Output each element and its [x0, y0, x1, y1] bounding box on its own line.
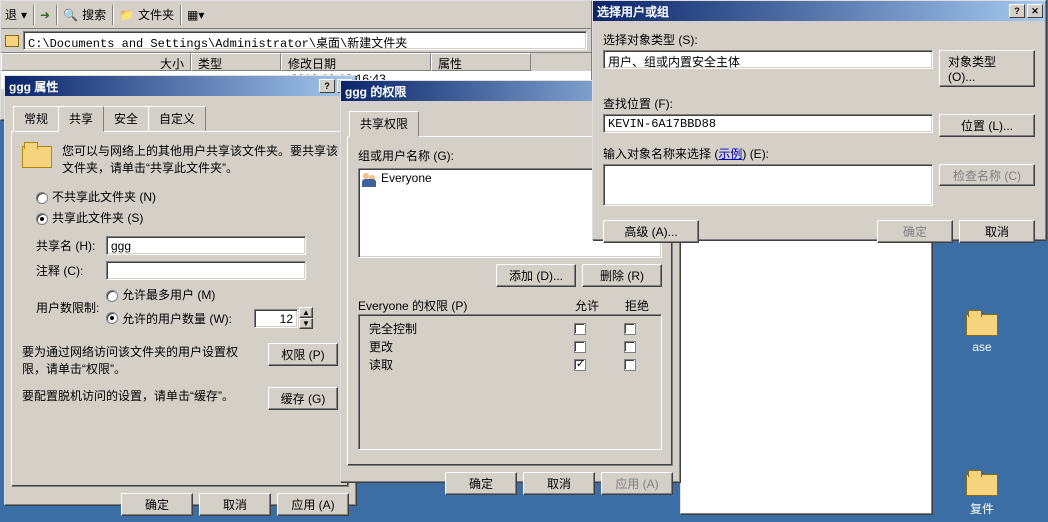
radio-noshare[interactable]: 不共享此文件夹 (N) — [36, 188, 156, 205]
search-label[interactable]: 搜索 — [82, 6, 106, 23]
radio-max-users[interactable]: 允许最多用户 (M) — [106, 286, 215, 303]
label-obj-type: 选择对象类型 (S): — [603, 31, 1035, 48]
advanced-button[interactable]: 高级 (A)... — [603, 220, 699, 243]
tab-custom[interactable]: 自定义 — [148, 106, 206, 131]
tab-security[interactable]: 安全 — [103, 106, 149, 131]
cancel-button[interactable]: 取消 — [199, 493, 271, 516]
chk-full-allow[interactable] — [574, 323, 586, 335]
explorer-toolbar: 退 ▾ ➜ 🔍 搜索 📁 文件夹 ▦▾ — [1, 1, 591, 29]
col-allow: 允许 — [562, 297, 612, 314]
sharename-input[interactable]: ggg — [106, 236, 306, 255]
permissions-title: ggg 的权限 — [345, 83, 406, 100]
apply-button[interactable]: 应用 (A) — [277, 493, 349, 516]
help-button[interactable]: ? — [319, 79, 335, 93]
folder-icon — [966, 310, 998, 336]
location-field: KEVIN-6A17BBD88 — [603, 114, 933, 133]
chk-read-allow[interactable] — [574, 359, 586, 371]
col-deny: 拒绝 — [612, 297, 662, 314]
perm-read: 读取 — [363, 356, 557, 373]
perm-full: 完全控制 — [363, 320, 557, 337]
tab-share-perm[interactable]: 共享权限 — [349, 111, 419, 137]
remove-button[interactable]: 删除 (R) — [582, 264, 662, 287]
address-bar: C:\Documents and Settings\Administrator\… — [1, 29, 591, 53]
properties-titlebar: ggg 属性 ? ✕ — [5, 76, 355, 96]
folders-icon[interactable]: 📁 — [119, 8, 134, 22]
tab-general[interactable]: 常规 — [13, 106, 59, 131]
location-button[interactable]: 位置 (L)... — [939, 114, 1035, 137]
properties-dialog: ggg 属性 ? ✕ 常规 共享 安全 自定义 您可以与网络上的其他用户共享该文… — [4, 75, 356, 505]
col-size[interactable]: 大小 — [1, 53, 191, 71]
select-users-titlebar: 选择用户或组 ? ✕ — [593, 1, 1045, 21]
col-attrs[interactable]: 属性 — [431, 53, 531, 71]
chk-change-deny[interactable] — [624, 341, 636, 353]
col-modified[interactable]: 修改日期 — [281, 53, 431, 71]
chk-full-deny[interactable] — [624, 323, 636, 335]
ok-button[interactable]: 确定 — [121, 493, 193, 516]
folder-icon — [966, 470, 998, 496]
radio-num-users[interactable]: 允许的用户数量 (W): 12 ▲ ▼ — [106, 307, 313, 329]
radio-share[interactable]: 共享此文件夹 (S) — [36, 209, 143, 226]
label-sharename: 共享名 (H): — [36, 237, 106, 254]
properties-tabs: 常规 共享 安全 自定义 — [11, 106, 349, 131]
spin-up[interactable]: ▲ — [299, 307, 313, 318]
back-button[interactable]: 退 — [5, 6, 17, 23]
spin-down[interactable]: ▼ — [299, 318, 313, 329]
user-count-input[interactable]: 12 — [254, 309, 298, 328]
label-comment: 注释 (C): — [36, 262, 106, 279]
col-type[interactable]: 类型 — [191, 53, 281, 71]
tab-share[interactable]: 共享 — [58, 106, 104, 132]
label-location: 查找位置 (F): — [603, 95, 1035, 112]
share-intro-text: 您可以与网络上的其他用户共享该文件夹。要共享该文件夹，请单击“共享此文件夹”。 — [62, 142, 338, 176]
permissions-button[interactable]: 权限 (P) — [268, 343, 338, 366]
search-icon[interactable]: 🔍 — [63, 8, 78, 22]
example-link[interactable]: 示例 — [718, 147, 742, 161]
add-button[interactable]: 添加 (D)... — [496, 264, 576, 287]
label-obj-name: 输入对象名称来选择 (示例) (E): — [603, 147, 769, 161]
select-users-title: 选择用户或组 — [597, 3, 669, 20]
share-tab-body: 您可以与网络上的其他用户共享该文件夹。要共享该文件夹，请单击“共享此文件夹”。 … — [11, 131, 349, 487]
chk-read-deny[interactable] — [624, 359, 636, 371]
label-userlimit: 用户数限制: — [36, 299, 106, 316]
obj-type-button[interactable]: 对象类型 (O)... — [939, 50, 1035, 87]
cancel-button[interactable]: 取消 — [959, 220, 1035, 243]
help-button[interactable]: ? — [1009, 4, 1025, 18]
properties-title: ggg 属性 — [9, 78, 58, 95]
comment-input[interactable] — [106, 261, 306, 280]
obj-name-input[interactable] — [603, 164, 933, 206]
apply-button[interactable]: 应用 (A) — [601, 472, 673, 495]
desktop-item-copy[interactable]: 复件 — [952, 470, 1012, 517]
chk-change-allow[interactable] — [574, 341, 586, 353]
explorer-client-area — [680, 240, 932, 514]
dropdown-icon[interactable]: ▾ — [21, 8, 27, 22]
cache-note: 要配置脱机访问的设置，请单击“缓存”。 — [22, 387, 260, 404]
folder-icon — [5, 35, 19, 47]
folders-label[interactable]: 文件夹 — [138, 6, 174, 23]
select-users-dialog: 选择用户或组 ? ✕ 选择对象类型 (S): 用户、组或内置安全主体 对象类型 … — [592, 0, 1046, 240]
close-button[interactable]: ✕ — [1027, 4, 1043, 18]
perm-change: 更改 — [363, 338, 557, 355]
ok-button[interactable]: 确定 — [877, 220, 953, 243]
desktop-item-label: ase — [972, 340, 991, 354]
obj-type-field: 用户、组或内置安全主体 — [603, 50, 933, 69]
label-perm-for: Everyone 的权限 (P) — [358, 297, 562, 314]
check-names-button[interactable]: 检查名称 (C) — [939, 164, 1035, 186]
ok-button[interactable]: 确定 — [445, 472, 517, 495]
perm-grid: 完全控制 更改 读取 — [358, 314, 662, 450]
view-icon[interactable]: ▦▾ — [187, 8, 204, 22]
address-input[interactable]: C:\Documents and Settings\Administrator\… — [23, 31, 587, 50]
share-folder-icon — [22, 142, 54, 170]
nav-icon[interactable]: ➜ — [40, 8, 50, 22]
cancel-button[interactable]: 取消 — [523, 472, 595, 495]
column-headers: 大小 类型 修改日期 属性 — [1, 53, 591, 71]
group-icon — [361, 171, 377, 187]
caching-button[interactable]: 缓存 (G) — [268, 387, 338, 410]
perm-note: 要为通过网络访问该文件夹的用户设置权限，请单击“权限”。 — [22, 343, 260, 377]
desktop-item-ase[interactable]: ase — [952, 310, 1012, 354]
